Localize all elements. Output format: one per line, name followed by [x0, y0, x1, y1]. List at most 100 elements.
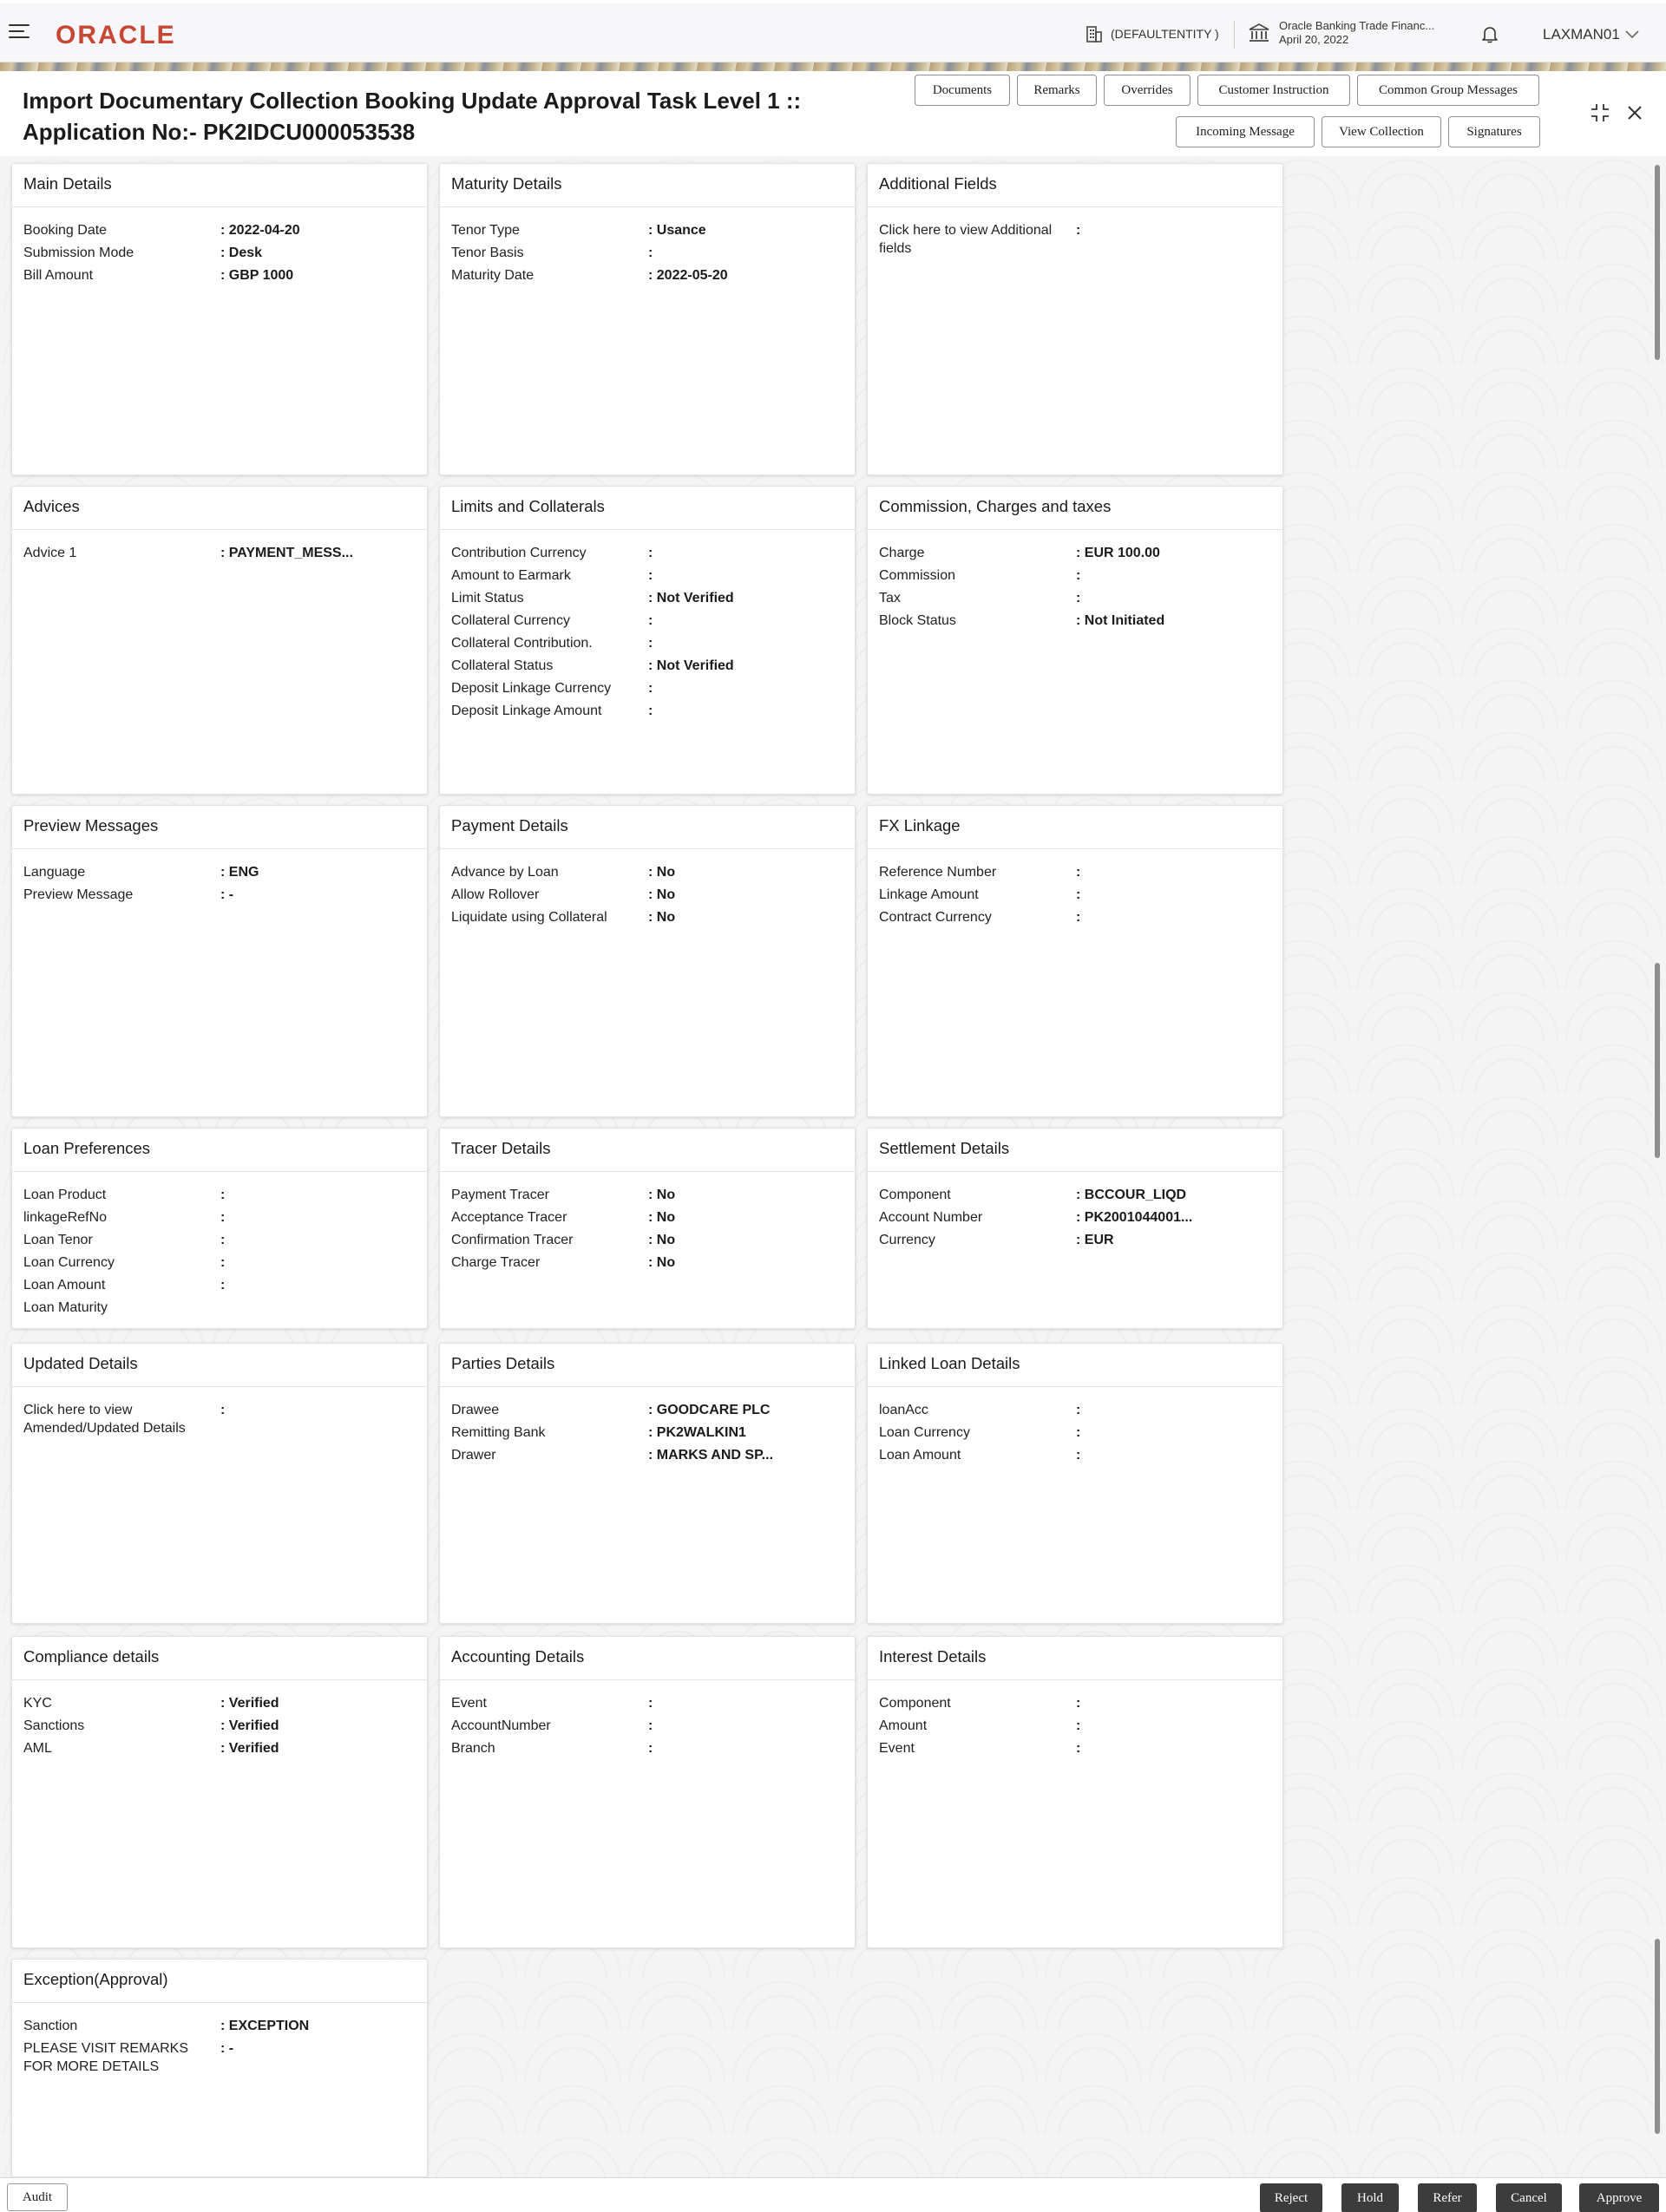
hold-button[interactable]: Hold — [1341, 2183, 1399, 2212]
field-row: KYC: Verified — [23, 1692, 416, 1715]
notification-bell-icon[interactable] — [1480, 24, 1499, 43]
field-value: : Not Initiated — [1076, 613, 1165, 628]
field-row: Confirmation Tracer: No — [451, 1229, 843, 1252]
field-label: Collateral Status — [451, 658, 554, 673]
field-row: Preview Message: - — [23, 884, 416, 906]
field-value: : No — [648, 910, 676, 925]
field-row: Amount to Earmark: — [451, 565, 843, 587]
field-label: Account Number — [879, 1210, 983, 1225]
user-menu[interactable]: LAXMAN01 — [1543, 26, 1639, 43]
scrollbar-thumb[interactable] — [1655, 1939, 1660, 2134]
field-row: Account Number: PK2001044001... — [879, 1207, 1271, 1229]
field-label: Tenor Basis — [451, 245, 524, 260]
field-value: : — [1076, 1696, 1081, 1711]
content-area: Main Details Booking Date: 2022-04-20 Su… — [0, 156, 1666, 2177]
customer-instruction-button[interactable]: Customer Instruction — [1197, 75, 1350, 106]
field-row: Tenor Basis: — [451, 242, 843, 265]
audit-button[interactable]: Audit — [7, 2183, 68, 2211]
field-label[interactable]: Click here to view Amended/Updated Detai… — [23, 1399, 220, 1437]
compliance-details-card: Compliance details KYC: Verified Sanctio… — [11, 1636, 428, 1948]
main-details-card: Main Details Booking Date: 2022-04-20 Su… — [11, 163, 428, 475]
scrollbar[interactable] — [1652, 156, 1663, 2177]
field-row: Loan Amount: — [879, 1444, 1271, 1467]
field-row[interactable]: Advice 1: PAYMENT_MESS... — [23, 542, 416, 565]
card-title: Payment Details — [440, 806, 855, 849]
field-label[interactable]: Click here to view Additional fields — [879, 219, 1076, 258]
documents-button[interactable]: Documents — [915, 75, 1010, 106]
branch-date: April 20, 2022 — [1279, 33, 1349, 46]
field-row: Loan Amount: — [23, 1274, 416, 1297]
field-label: Preview Message — [23, 887, 134, 902]
view-collection-button[interactable]: View Collection — [1322, 116, 1441, 147]
branch-selector[interactable]: Oracle Banking Trade Financ... April 20,… — [1248, 19, 1434, 47]
field-label: Linkage Amount — [879, 887, 979, 902]
close-icon[interactable] — [1623, 101, 1647, 125]
field-value: : — [1076, 1448, 1081, 1463]
field-label: Loan Amount — [879, 1448, 961, 1463]
loan-preferences-card: Loan Preferences Loan Product: linkageRe… — [11, 1128, 428, 1329]
field-value: : — [1076, 1718, 1081, 1733]
field-label: Component — [879, 1188, 951, 1202]
signatures-button[interactable]: Signatures — [1448, 116, 1540, 147]
scrollbar-thumb[interactable] — [1655, 165, 1660, 360]
hamburger-menu-icon[interactable] — [9, 24, 31, 42]
field-row: Deposit Linkage Amount: — [451, 700, 843, 723]
card-title: Updated Details — [12, 1344, 427, 1387]
field-row: Linkage Amount: — [879, 884, 1271, 906]
field-row: Booking Date: 2022-04-20 — [23, 219, 416, 242]
approve-button[interactable]: Approve — [1579, 2183, 1659, 2212]
field-row: AML : Verified — [23, 1738, 416, 1760]
field-value: : — [1076, 223, 1081, 238]
field-label: Bill Amount — [23, 268, 94, 283]
field-label: Loan Maturity — [23, 1300, 108, 1315]
cancel-button[interactable]: Cancel — [1496, 2183, 1562, 2212]
field-label: Currency — [879, 1233, 935, 1247]
field-label: Amount — [879, 1718, 928, 1733]
field-label: AML — [23, 1741, 52, 1756]
field-row: AccountNumber: — [451, 1715, 843, 1738]
field-row: Charge Tracer: No — [451, 1252, 843, 1274]
field-value: : EUR — [1076, 1233, 1114, 1247]
updated-details-link[interactable]: Click here to view Amended/Updated Detai… — [23, 1399, 416, 1437]
field-label: Deposit Linkage Amount — [451, 704, 602, 718]
card-title: FX Linkage — [868, 806, 1282, 849]
field-row: Acceptance Tracer: No — [451, 1207, 843, 1229]
scrollbar-thumb[interactable] — [1655, 963, 1660, 1158]
field-row: Deposit Linkage Currency: — [451, 677, 843, 700]
commission-charges-card: Commission, Charges and taxes Charge: EU… — [867, 486, 1283, 795]
field-label: Limit Status — [451, 591, 524, 605]
card-title: Main Details — [12, 164, 427, 207]
entity-selector[interactable]: (DEFAULTENTITY ) — [1085, 24, 1219, 43]
field-value: : — [648, 1741, 653, 1756]
field-label: Maturity Date — [451, 268, 535, 283]
field-value: : — [648, 704, 653, 718]
field-row: Contract Currency: — [879, 906, 1271, 929]
remarks-button[interactable]: Remarks — [1017, 75, 1097, 106]
bank-icon — [1249, 23, 1269, 42]
field-value: : — [1076, 568, 1081, 583]
field-label: Acceptance Tracer — [451, 1210, 567, 1225]
reject-button[interactable]: Reject — [1260, 2183, 1322, 2212]
field-row: Amount: — [879, 1715, 1271, 1738]
incoming-message-button[interactable]: Incoming Message — [1176, 116, 1315, 147]
divider — [1234, 21, 1235, 49]
field-row: Limit Status: Not Verified — [451, 587, 843, 610]
field-row: Event: — [451, 1692, 843, 1715]
field-row: Component: BCCOUR_LIQD — [879, 1184, 1271, 1207]
field-row: linkageRefNo: — [23, 1207, 416, 1229]
field-value: : Verified — [220, 1741, 279, 1756]
field-label: Submission Mode — [23, 245, 134, 260]
card-title: Additional Fields — [868, 164, 1282, 207]
field-value: : — [648, 681, 653, 696]
card-title: Preview Messages — [12, 806, 427, 849]
maturity-details-card: Maturity Details Tenor Type: Usance Teno… — [439, 163, 856, 475]
field-row: Tax: — [879, 587, 1271, 610]
field-row: Advance by Loan: No — [451, 861, 843, 884]
common-group-messages-button[interactable]: Common Group Messages — [1357, 75, 1539, 106]
refer-button[interactable]: Refer — [1418, 2183, 1477, 2212]
field-value: : — [648, 1696, 653, 1711]
collapse-icon[interactable] — [1588, 101, 1612, 125]
field-label: Reference Number — [879, 865, 997, 880]
overrides-button[interactable]: Overrides — [1104, 75, 1190, 106]
additional-fields-link[interactable]: Click here to view Additional fields: — [879, 219, 1271, 258]
